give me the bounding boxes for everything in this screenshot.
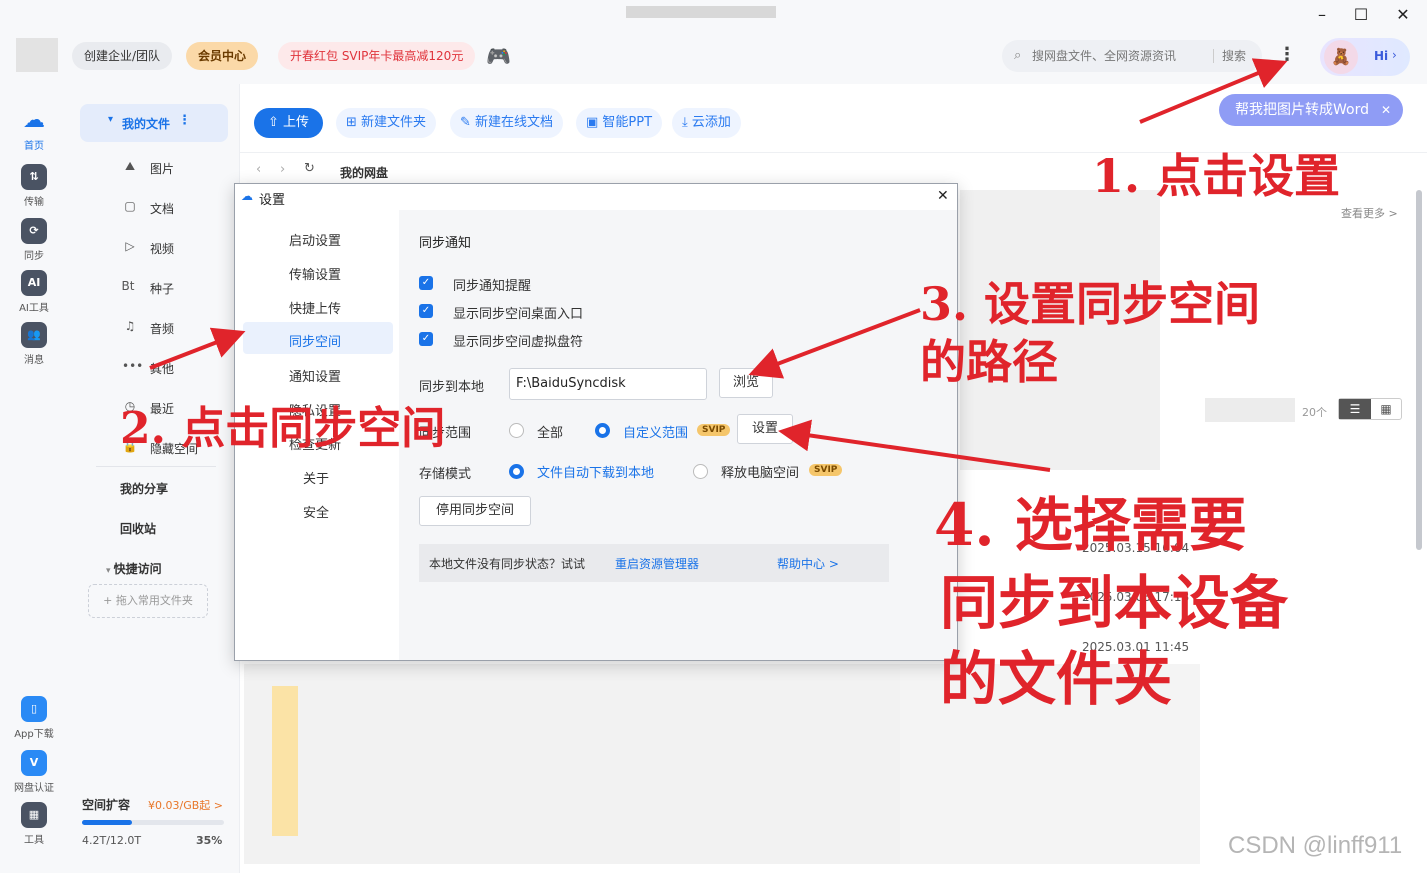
- arrow-step3: [748, 308, 921, 379]
- arrow-step1: [1139, 58, 1288, 124]
- annotation-step4-line1: 4. 选择需要: [934, 491, 1247, 559]
- annotation-step3-line1: 3. 设置同步空间: [920, 277, 1261, 331]
- annotation-step3-line2: 的路径: [920, 335, 1058, 389]
- arrow-step4: [778, 419, 1051, 472]
- annotation-step2: 2. 点击同步空间: [120, 403, 446, 454]
- arrow-step2: [149, 327, 246, 370]
- annotation-step4-line3: 的文件夹: [940, 645, 1173, 713]
- annotation-step1: 1. 点击设置: [1092, 149, 1341, 203]
- annotation-step4-line2: 同步到本设备: [940, 569, 1289, 637]
- watermark: CSDN @linff911: [1228, 832, 1403, 859]
